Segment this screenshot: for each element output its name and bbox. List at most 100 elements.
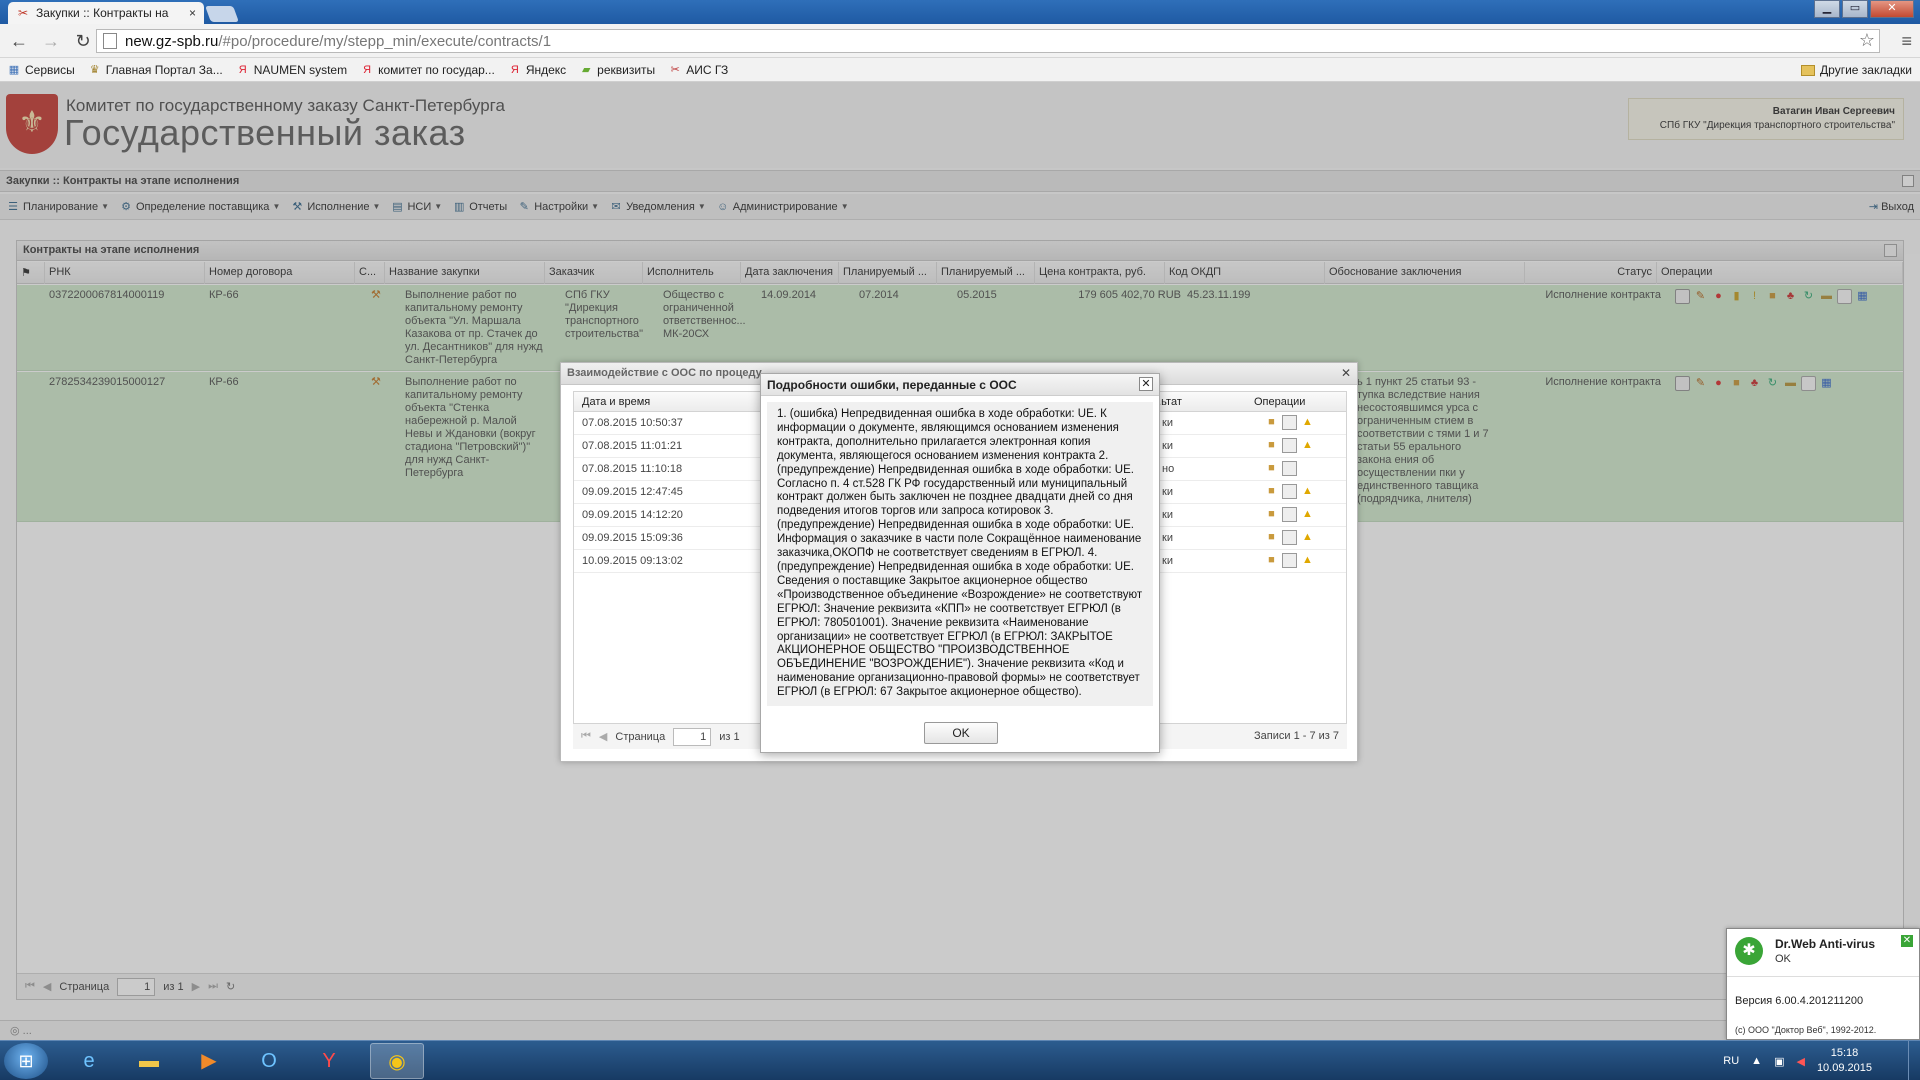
outlook-icon[interactable]: O	[242, 1043, 296, 1079]
package-icon[interactable]: ■	[1264, 415, 1279, 430]
drweb-copyright: (c) ООО "Доктор Веб", 1992-2012.	[1735, 1025, 1877, 1035]
folder-icon	[1801, 64, 1816, 76]
network-icon[interactable]: ▣	[1774, 1055, 1784, 1068]
new-tab-button[interactable]	[205, 6, 239, 22]
reload-icon[interactable]: ↻	[72, 30, 94, 52]
document-icon[interactable]	[1282, 461, 1297, 476]
tab-close-icon[interactable]: ×	[189, 6, 196, 20]
close-icon[interactable]: ✕	[1341, 366, 1351, 380]
site-favicon-icon: ✂	[17, 6, 29, 20]
window-controls: ▁ ▭ ✕	[1814, 0, 1914, 18]
bookmark-ais-gz[interactable]: ✂ АИС ГЗ	[669, 62, 729, 77]
document-icon[interactable]	[1282, 438, 1297, 453]
package-icon[interactable]: ■	[1264, 553, 1279, 568]
page-label: Страница	[615, 730, 666, 743]
package-icon[interactable]: ■	[1264, 530, 1279, 545]
cell-result: ки	[1162, 532, 1173, 544]
tab-title: Закупки :: Контракты на	[36, 6, 169, 20]
yandex-icon: Я	[238, 63, 247, 76]
media-player-icon[interactable]: ▶	[182, 1043, 236, 1079]
package-icon[interactable]: ■	[1264, 507, 1279, 522]
browser-menu-icon[interactable]: ≡	[1901, 31, 1912, 52]
page-input[interactable]: 1	[673, 727, 712, 746]
col-datetime[interactable]: Дата и время	[582, 396, 650, 408]
volume-icon[interactable]: ◀	[1796, 1055, 1804, 1068]
cell-datetime: 07.08.2015 10:50:37	[582, 417, 683, 429]
cell-datetime: 07.08.2015 11:01:21	[582, 440, 683, 452]
back-arrow-icon[interactable]: ←	[8, 30, 30, 52]
col-operations: Операции	[1254, 396, 1306, 408]
warning-icon[interactable]: ▲	[1300, 553, 1315, 568]
dialog-title: Подробности ошибки, переданные с ООС	[767, 378, 1017, 392]
row-operations: ■ ▲	[1264, 553, 1315, 568]
package-icon[interactable]: ■	[1264, 461, 1279, 476]
close-window-button[interactable]: ✕	[1870, 0, 1914, 18]
warning-icon[interactable]: ▲	[1300, 438, 1315, 453]
bookmark-portal[interactable]: ♛ Главная Портал За...	[89, 63, 223, 77]
document-icon[interactable]	[1282, 530, 1297, 545]
maximize-button[interactable]: ▭	[1842, 0, 1868, 18]
close-icon[interactable]: ✕	[1139, 377, 1153, 391]
cell-result: ки	[1162, 509, 1173, 521]
ie-icon[interactable]: e	[62, 1043, 116, 1079]
ok-button[interactable]: OK	[924, 722, 998, 744]
bookmark-naumen[interactable]: Я NAUMEN system	[237, 63, 347, 77]
bookmark-label: Сервисы	[25, 62, 75, 77]
bookmark-committee[interactable]: Якомитет по государ...	[361, 63, 495, 77]
url-host: new.gz-spb.ru	[125, 32, 219, 50]
url-path: /#po/procedure/my/stepp_min/execute/cont…	[218, 32, 552, 50]
clock[interactable]: 15:18 10.09.2015	[1817, 1046, 1872, 1076]
document-icon[interactable]	[1282, 553, 1297, 568]
other-bookmarks[interactable]: Другие закладки	[1801, 63, 1912, 77]
warning-icon[interactable]: ▲	[1300, 507, 1315, 522]
bookmark-services[interactable]: ▦ Сервисы	[8, 63, 75, 77]
first-page-icon[interactable]: ⏮	[581, 730, 591, 743]
warning-icon[interactable]: ▲	[1300, 415, 1315, 430]
prev-page-icon[interactable]: ◀	[599, 730, 607, 743]
browser-tab-active[interactable]: ✂ Закупки :: Контракты на ×	[8, 2, 204, 24]
address-bar[interactable]: new.gz-spb.ru /#po/procedure/my/stepp_mi…	[96, 29, 1880, 53]
package-icon[interactable]: ■	[1264, 484, 1279, 499]
explorer-icon[interactable]: ▬	[122, 1043, 176, 1079]
yandex-icon: Я	[510, 63, 519, 76]
error-details-dialog: Подробности ошибки, переданные с ООС ✕ 1…	[760, 373, 1160, 753]
language-indicator[interactable]: RU	[1723, 1055, 1739, 1067]
forward-arrow-icon[interactable]: →	[40, 30, 62, 52]
cell-result: но	[1162, 463, 1175, 475]
tray-expand-icon[interactable]: ▲	[1751, 1055, 1762, 1067]
apps-icon: ▦	[8, 63, 20, 76]
package-icon[interactable]: ■	[1264, 438, 1279, 453]
cell-datetime: 09.09.2015 14:12:20	[582, 509, 683, 521]
dialog-title-bar: Подробности ошибки, переданные с ООС ✕	[761, 374, 1159, 396]
oos-window-title: Взаимодействие с ООС по процеду...	[567, 367, 770, 379]
page-icon	[103, 33, 117, 49]
drweb-version: Версия 6.00.4.201211200	[1735, 995, 1864, 1007]
chrome-icon[interactable]: ◉	[370, 1043, 424, 1079]
clock-time: 15:18	[1830, 1047, 1859, 1059]
page-of-label: из 1	[719, 730, 740, 743]
windows-start-icon[interactable]: ⊞	[4, 1043, 48, 1079]
warning-icon[interactable]: ▲	[1300, 484, 1315, 499]
yandex-browser-icon[interactable]: Y	[302, 1043, 356, 1079]
show-desktop-button[interactable]	[1908, 1041, 1920, 1080]
drweb-notification: ✱ Dr.Web Anti-virus OK ✕ Версия 6.00.4.2…	[1726, 928, 1920, 1040]
bookmark-label: реквизиты	[597, 62, 656, 77]
bookmark-star-icon[interactable]: ☆	[1859, 30, 1875, 51]
bookmark-yandex[interactable]: Я Яндекс	[509, 63, 566, 77]
row-operations: ■ ▲	[1264, 507, 1315, 522]
drweb-header: ✱ Dr.Web Anti-virus OK ✕	[1727, 929, 1919, 977]
other-bookmarks-label: Другие закладки	[1820, 63, 1912, 77]
row-operations: ■ ▲	[1264, 415, 1315, 430]
minimize-button[interactable]: ▁	[1814, 0, 1840, 18]
bookmark-requisites[interactable]: ▰ реквизиты	[580, 63, 655, 77]
bookmark-label: АИС ГЗ	[686, 62, 729, 77]
warning-icon[interactable]: ▲	[1300, 530, 1315, 545]
document-icon[interactable]	[1282, 507, 1297, 522]
drweb-status: OK	[1775, 953, 1791, 965]
document-icon[interactable]	[1282, 484, 1297, 499]
yandex-icon: Я	[363, 63, 372, 76]
error-details-text: 1. (ошибка) Непредвиденная ошибка в ходе…	[767, 402, 1153, 706]
close-icon[interactable]: ✕	[1901, 935, 1913, 947]
document-icon[interactable]	[1282, 415, 1297, 430]
bookmarks-bar: ▦ Сервисы ♛ Главная Портал За... Я NAUMEN s…	[0, 58, 1920, 82]
